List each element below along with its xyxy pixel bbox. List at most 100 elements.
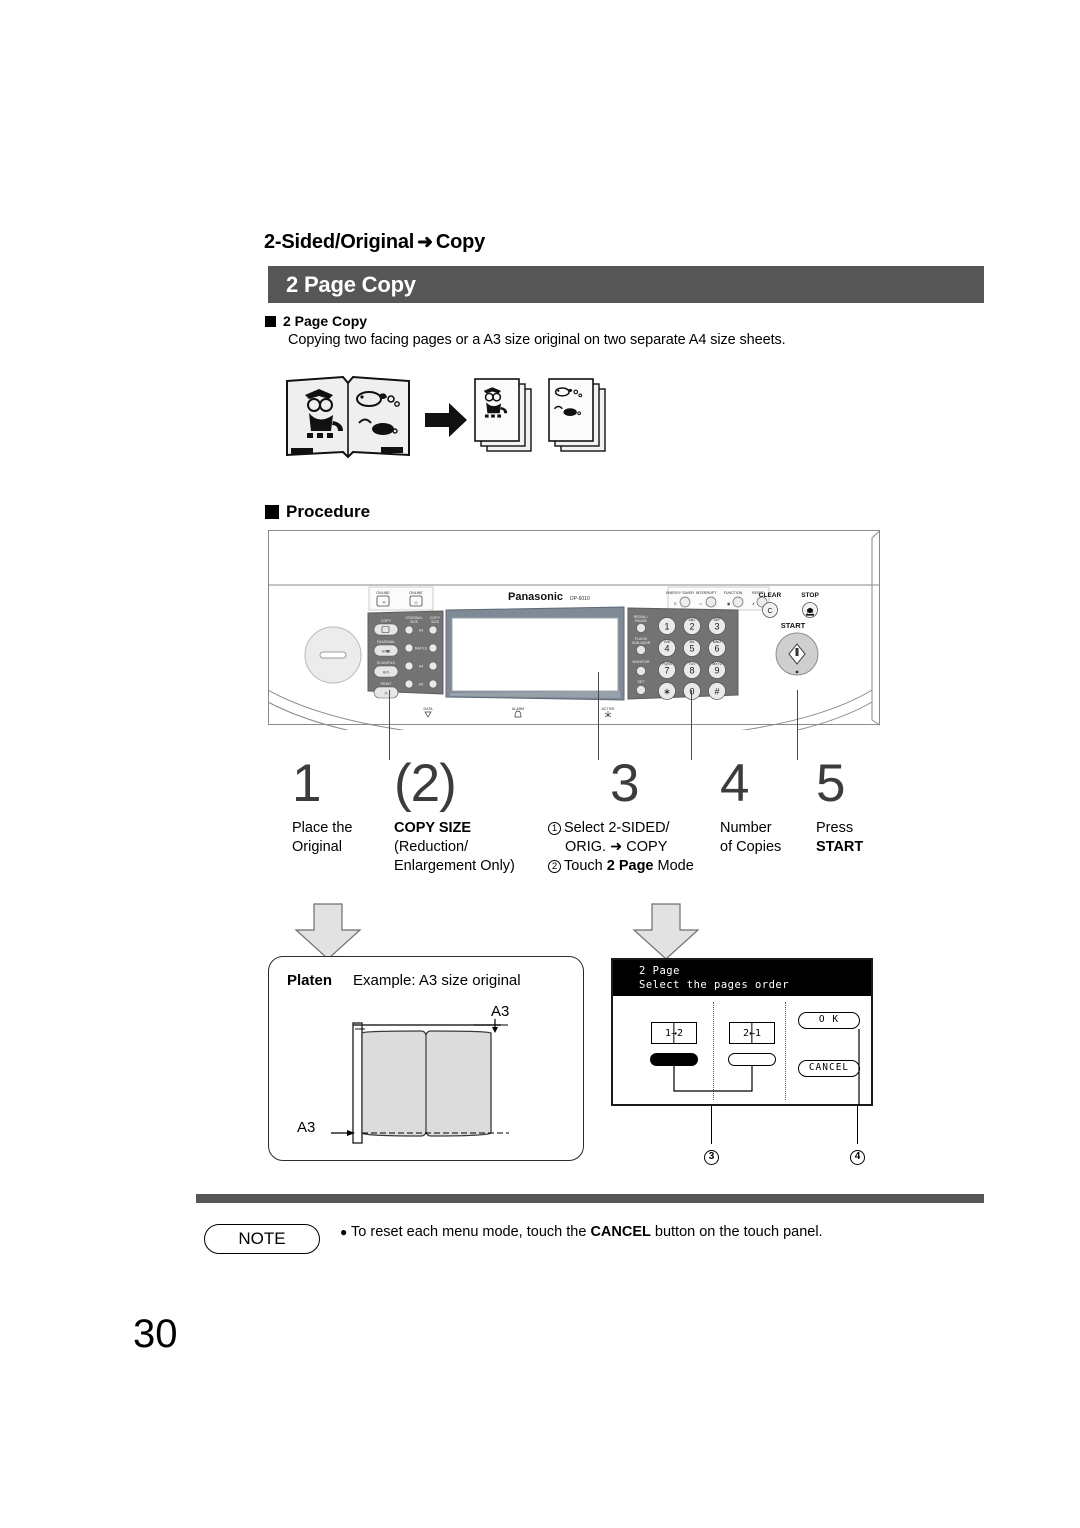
svg-text:B4/FLS: B4/FLS [415, 647, 428, 651]
svg-text:SUB-ADDR: SUB-ADDR [632, 641, 651, 645]
callout-leader-4 [857, 1106, 858, 1144]
square-bullet-icon [265, 505, 279, 519]
svg-text:⎘: ⎘ [674, 602, 677, 606]
lcd-title-line1: 2 Page [639, 965, 680, 977]
note-text-bold: CANCEL [590, 1224, 651, 1240]
leader-line-2 [598, 672, 599, 760]
lcd-title-bar: 2 Page Select the pages order [613, 960, 871, 996]
lcd-touch-panel[interactable]: 2 Page Select the pages order 1→2 2←1 O … [611, 958, 873, 1106]
step-4-number: 4 [720, 754, 749, 813]
svg-text:C: C [767, 608, 772, 615]
svg-text:6: 6 [714, 644, 719, 654]
page-title: 2 Page Copy [286, 271, 416, 297]
svg-text:GHI: GHI [664, 640, 670, 644]
svg-text:TUV: TUV [689, 662, 697, 666]
svg-text:SCAN/FILE: SCAN/FILE [377, 661, 396, 665]
step-2: (2) COPY SIZE (Reduction/ Enlargement On… [394, 754, 515, 876]
step-3: 3 1 Select 2-SIDED/ ORIG. ➜ COPY 2 Touch 2… [548, 754, 694, 876]
bullet-icon: ● [340, 1225, 348, 1239]
manual-page: 2-Sided/Original ➜ Copy 2 Page Copy 2 Page… [0, 0, 1080, 1528]
svg-text:2: 2 [689, 622, 694, 632]
svg-text:MNO: MNO [713, 640, 721, 644]
svg-text:⎙: ⎙ [385, 692, 388, 696]
svg-text:MONITOR: MONITOR [633, 660, 650, 664]
platen-book-diagram [331, 1019, 509, 1144]
svg-text:ONLINE: ONLINE [376, 591, 390, 595]
svg-text:1: 1 [664, 622, 669, 632]
breadcrumb-section: 2-Sided/Original [264, 231, 415, 253]
svg-text:COPY: COPY [381, 619, 392, 623]
svg-text:ENERGY SAVER: ENERGY SAVER [666, 591, 694, 595]
subsection-description: Copying two facing pages or a A3 size or… [288, 332, 786, 348]
svg-text:FUNCTION: FUNCTION [724, 591, 743, 595]
svg-text:⚲/⎙: ⚲/⎙ [383, 671, 390, 675]
svg-text:PAUSE: PAUSE [635, 619, 648, 623]
step-5-number: 5 [816, 754, 845, 813]
svg-text:A4: A4 [419, 665, 423, 669]
svg-text:7: 7 [664, 666, 669, 676]
svg-text:FAX/EMAIL: FAX/EMAIL [377, 640, 396, 644]
svg-text:ONLINE: ONLINE [409, 591, 423, 595]
inline-marker-2: 2 [548, 860, 561, 873]
step-1-caption: Place the Original [292, 820, 353, 855]
transform-arrow-icon [425, 403, 467, 437]
subsection-heading-label: 2 Page Copy [283, 313, 368, 329]
svg-text:4: 4 [664, 644, 669, 654]
output-sheets-right-icon [548, 378, 606, 452]
svg-text:ABC: ABC [689, 618, 697, 622]
leader-line-4 [797, 690, 798, 760]
svg-text:SIZE: SIZE [410, 620, 419, 624]
svg-text:DATA: DATA [423, 707, 433, 711]
note-text: ● To reset each menu mode, touch the CAN… [340, 1222, 823, 1242]
inline-marker-1: 1 [548, 822, 561, 835]
svg-text:JKL: JKL [689, 640, 695, 644]
svg-text:A3: A3 [419, 629, 423, 633]
svg-text:Panasonic: Panasonic [508, 591, 563, 603]
svg-text:8: 8 [689, 666, 694, 676]
step-2-number: (2) [394, 754, 457, 813]
down-arrow-platen-icon [294, 903, 362, 960]
callout-leader-3 [711, 1106, 712, 1144]
note-text-post: button on the touch panel. [650, 1224, 823, 1240]
svg-text:✉/☎: ✉/☎ [382, 650, 391, 654]
svg-text:⎙: ⎙ [415, 601, 418, 605]
svg-text:CLEAR: CLEAR [759, 592, 782, 599]
step-3-caption: 1 Select 2-SIDED/ ORIG. ➜ COPY 2 Touch 2 P… [548, 819, 694, 876]
platen-panel: Platen Example: A3 size original A3 A3 [268, 956, 584, 1161]
copier-control-panel-illustration: ONLINE ✉ ONLINE ⎙ COPY FAX/EMAIL ✉/☎ SCA… [268, 530, 881, 730]
step-2-caption: COPY SIZE (Reduction/ Enlargement Only) [394, 820, 515, 874]
step-3-number: 3 [610, 754, 639, 813]
subsection-heading: 2 Page Copy [265, 313, 367, 329]
step-1: 1 Place the Original [292, 754, 353, 857]
step-1-number: 1 [292, 754, 321, 813]
note-text-pre: To reset each menu mode, touch the [351, 1224, 591, 1240]
note-divider [196, 1194, 984, 1203]
svg-text:▣: ▣ [727, 602, 731, 606]
leader-line-3 [691, 690, 692, 760]
svg-text:3: 3 [714, 622, 719, 632]
concept-illustration [283, 375, 606, 470]
leader-line-1 [389, 690, 390, 760]
procedure-heading-label: Procedure [286, 502, 371, 521]
procedure-steps: 1 Place the Original (2) COPY SIZE (Redu… [268, 754, 888, 898]
note-badge: NOTE [204, 1224, 320, 1254]
svg-text:START: START [781, 621, 806, 630]
breadcrumb: 2-Sided/Original ➜ Copy [264, 231, 485, 254]
svg-text:STOP: STOP [801, 592, 819, 599]
svg-text:A5: A5 [419, 683, 423, 687]
svg-text:DP-6010: DP-6010 [570, 596, 590, 602]
square-bullet-icon [265, 315, 276, 327]
svg-text:∗: ∗ [663, 687, 671, 697]
step-4-caption: Number of Copies [720, 820, 782, 855]
svg-text:ALARM: ALARM [512, 707, 524, 711]
section-title-band: 2 Page Copy [268, 266, 984, 303]
page-number: 30 [133, 1312, 178, 1356]
svg-text:SET: SET [638, 680, 646, 684]
svg-text:WXYZ: WXYZ [712, 662, 722, 666]
arrow-icon: ➜ [417, 232, 433, 253]
procedure-heading: Procedure [265, 502, 370, 522]
down-arrow-lcd-icon [632, 903, 700, 960]
lcd-title-line2: Select the pages order [639, 979, 790, 991]
lcd-callout-lines [673, 1029, 860, 1106]
step-4: 4 Number of Copies [720, 754, 782, 857]
